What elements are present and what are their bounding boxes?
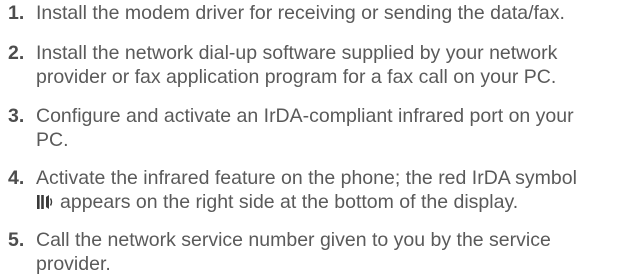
step-number: 4. <box>8 167 25 189</box>
step-text: Install the network dial-up software sup… <box>36 41 627 89</box>
step-text-line: Configure and activate an IrDA-compliant… <box>36 105 574 127</box>
step-text-line: provider or fax application program for … <box>36 66 557 88</box>
step-number: 2. <box>8 42 25 64</box>
step-number: 5. <box>8 229 25 251</box>
step-text-line: Activate the infrared feature on the pho… <box>36 167 577 189</box>
step-number: 1. <box>8 2 25 24</box>
step-text-line: Install the network dial-up software sup… <box>36 42 558 64</box>
step-text: Install the modem driver for receiving o… <box>36 1 627 25</box>
step-number: 3. <box>8 105 25 127</box>
step-text: Call the network service number given to… <box>36 228 627 276</box>
step-text-line: provider. <box>36 253 111 275</box>
step-text-line: Call the network service number given to… <box>36 229 551 251</box>
step-text-fragment: appears on the right side at the bottom … <box>60 191 519 213</box>
step-text: Configure and activate an IrDA-compliant… <box>36 104 627 152</box>
step-text-line: PC. <box>36 129 69 151</box>
step-text-line-with-icon: appears on the right side at the bottom … <box>36 190 627 217</box>
step-text-line: Install the modem driver for receiving o… <box>36 2 565 24</box>
instruction-steps-list: 1. Install the modem driver for receivin… <box>0 0 631 275</box>
step-text: Activate the infrared feature on the pho… <box>36 166 627 217</box>
irda-symbol-icon <box>36 193 54 217</box>
